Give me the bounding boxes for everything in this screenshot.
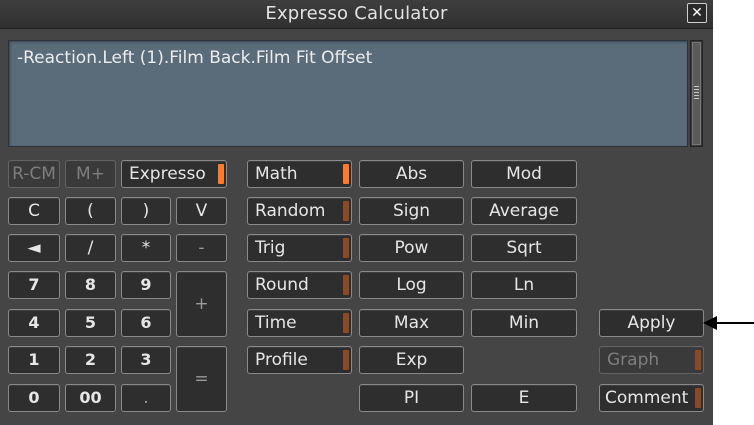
comment-indicator <box>695 388 701 408</box>
function-min-button[interactable]: Min <box>471 309 577 337</box>
digit-3-button[interactable]: 3 <box>121 346 171 374</box>
plus-button[interactable]: + <box>176 271 227 337</box>
category-round-label: Round <box>255 275 309 295</box>
profile-indicator <box>343 350 349 370</box>
graph-toggle-button[interactable]: Graph <box>599 346 704 374</box>
expresso-label: Expresso <box>129 164 206 184</box>
category-trig-button[interactable]: Trig <box>247 234 352 262</box>
category-random-button[interactable]: Random <box>247 197 352 225</box>
digit-4-button[interactable]: 4 <box>8 309 60 337</box>
annotation-arrow-icon <box>703 316 717 330</box>
digit-0-button[interactable]: 0 <box>8 384 60 412</box>
v-button[interactable]: V <box>176 197 227 225</box>
function-max-button[interactable]: Max <box>359 309 464 337</box>
digit-6-button[interactable]: 6 <box>121 309 171 337</box>
backspace-button[interactable]: ◄ <box>8 234 60 262</box>
category-math-label: Math <box>255 164 298 184</box>
math-active-indicator <box>343 164 349 184</box>
graph-indicator <box>695 350 701 370</box>
function-sign-button[interactable]: Sign <box>359 197 464 225</box>
category-random-label: Random <box>255 201 326 221</box>
graph-label: Graph <box>607 350 660 370</box>
category-trig-label: Trig <box>255 238 286 258</box>
function-pow-button[interactable]: Pow <box>359 234 464 262</box>
divide-button[interactable]: / <box>65 234 116 262</box>
function-average-button[interactable]: Average <box>471 197 577 225</box>
expresso-active-indicator <box>218 164 224 184</box>
memory-add-button[interactable]: M+ <box>65 160 116 188</box>
decimal-point-button[interactable]: . <box>121 384 171 412</box>
scrollbar-grip-icon <box>694 86 699 100</box>
digit-7-button[interactable]: 7 <box>8 271 60 299</box>
comment-toggle-button[interactable]: Comment <box>599 384 704 412</box>
clear-button[interactable]: C <box>8 197 60 225</box>
digit-2-button[interactable]: 2 <box>65 346 116 374</box>
double-zero-button[interactable]: 00 <box>65 384 116 412</box>
right-paren-button[interactable]: ) <box>121 197 171 225</box>
minus-button[interactable]: - <box>176 234 227 262</box>
function-pi-button[interactable]: PI <box>359 384 464 412</box>
function-mod-button[interactable]: Mod <box>471 160 577 188</box>
random-indicator <box>343 201 349 221</box>
function-exp-button[interactable]: Exp <box>359 346 464 374</box>
function-e-button[interactable]: E <box>471 384 577 412</box>
title-bar[interactable]: Expresso Calculator ✕ <box>0 0 713 29</box>
expression-scrollbar[interactable] <box>690 40 703 147</box>
scrollbar-thumb[interactable] <box>692 42 701 145</box>
digit-8-button[interactable]: 8 <box>65 271 116 299</box>
category-time-label: Time <box>255 313 297 333</box>
left-paren-button[interactable]: ( <box>65 197 116 225</box>
function-ln-button[interactable]: Ln <box>471 271 577 299</box>
category-profile-button[interactable]: Profile <box>247 346 352 374</box>
expresso-toggle-button[interactable]: Expresso <box>121 160 227 188</box>
apply-button[interactable]: Apply <box>599 309 704 337</box>
close-icon[interactable]: ✕ <box>687 3 707 23</box>
time-indicator <box>343 313 349 333</box>
round-indicator <box>343 275 349 295</box>
category-time-button[interactable]: Time <box>247 309 352 337</box>
function-abs-button[interactable]: Abs <box>359 160 464 188</box>
function-sqrt-button[interactable]: Sqrt <box>471 234 577 262</box>
memory-recall-clear-button[interactable]: R-CM <box>8 160 60 188</box>
expresso-calculator-window: Expresso Calculator ✕ -Reaction.Left (1)… <box>0 0 713 425</box>
comment-label: Comment <box>605 388 689 408</box>
annotation-arrow-shaft <box>716 322 754 324</box>
multiply-button[interactable]: * <box>121 234 171 262</box>
digit-1-button[interactable]: 1 <box>8 346 60 374</box>
trig-indicator <box>343 238 349 258</box>
equals-button[interactable]: = <box>176 346 227 412</box>
window-title: Expresso Calculator <box>265 3 448 24</box>
expression-field[interactable]: -Reaction.Left (1).Film Back.Film Fit Of… <box>8 40 688 147</box>
digit-5-button[interactable]: 5 <box>65 309 116 337</box>
function-log-button[interactable]: Log <box>359 271 464 299</box>
category-math-button[interactable]: Math <box>247 160 352 188</box>
category-profile-label: Profile <box>255 350 308 370</box>
category-round-button[interactable]: Round <box>247 271 352 299</box>
digit-9-button[interactable]: 9 <box>121 271 171 299</box>
